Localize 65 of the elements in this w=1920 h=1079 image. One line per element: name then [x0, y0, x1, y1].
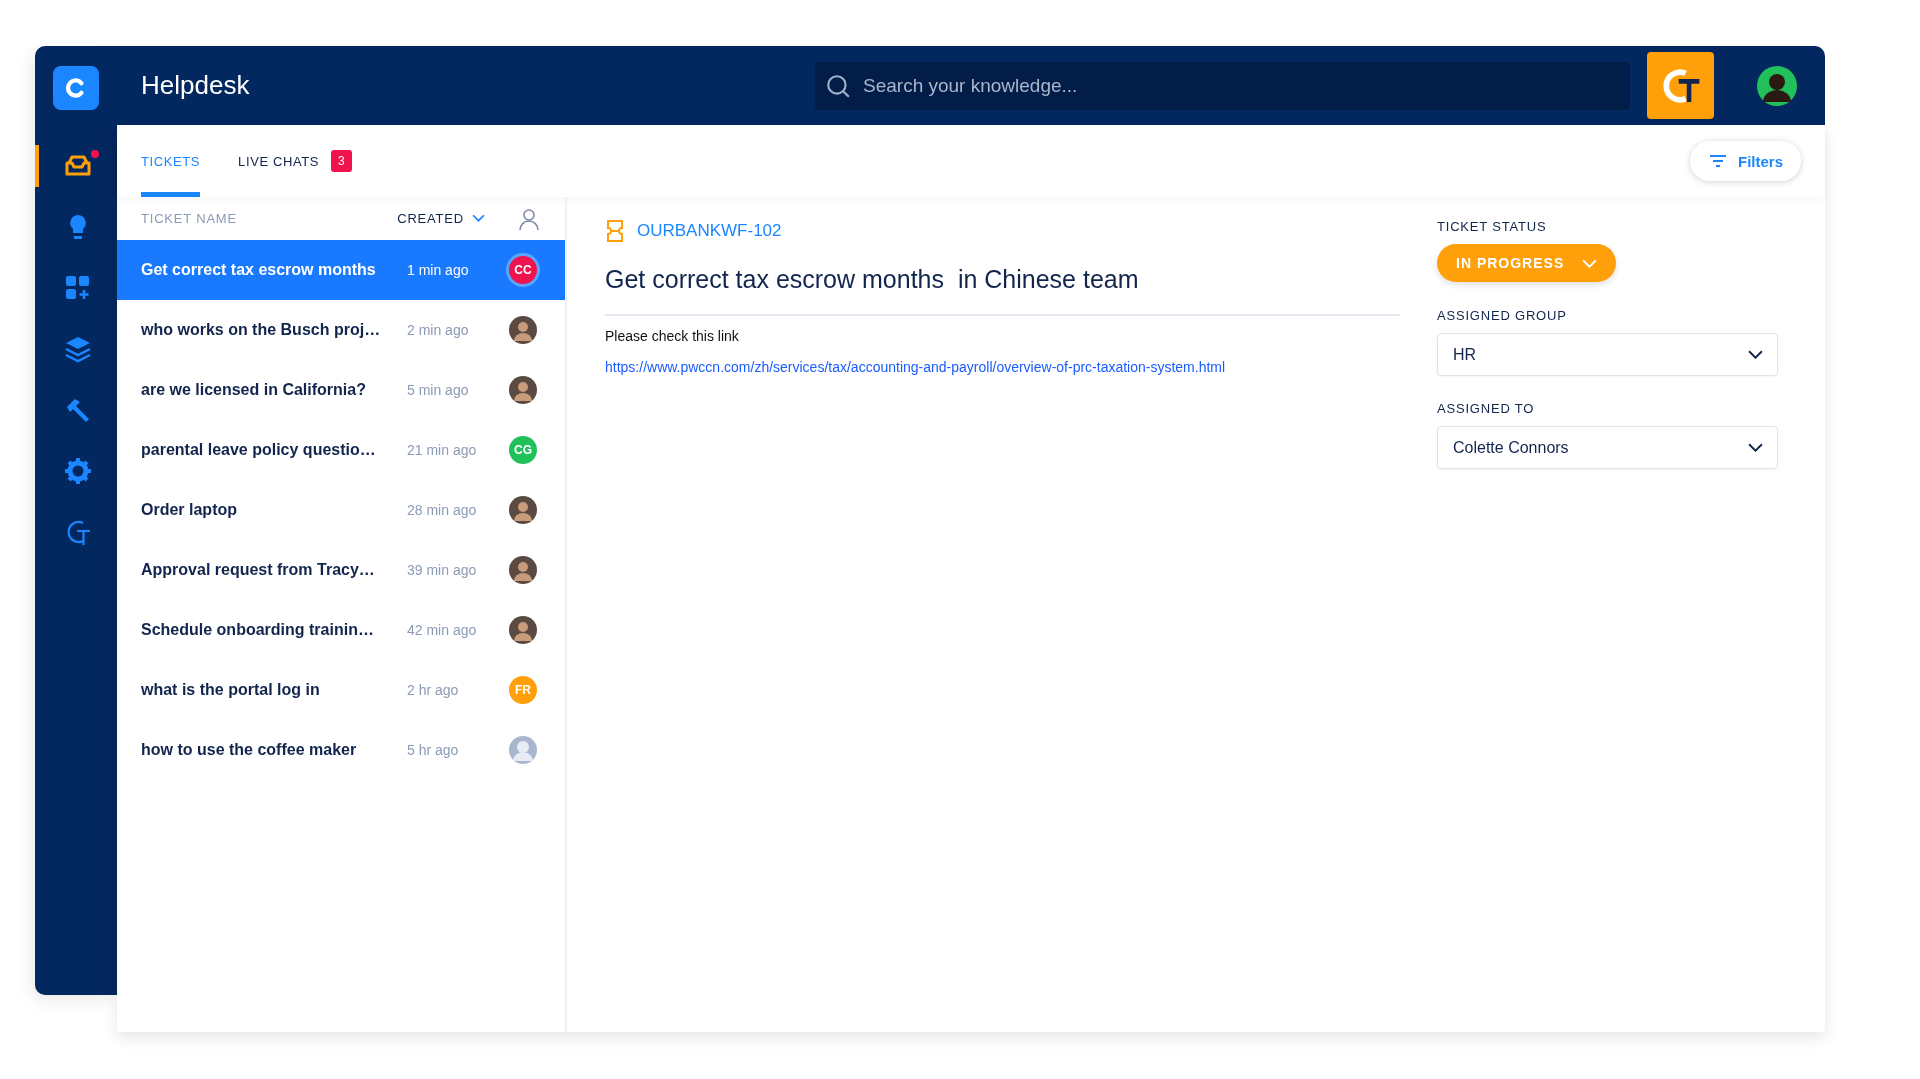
- ticket-row[interactable]: Schedule onboarding trainin… 42 min ago: [117, 600, 565, 660]
- field-label: ASSIGNED GROUP: [1437, 308, 1567, 323]
- initials-avatar: CC: [509, 256, 537, 284]
- settings-icon: [63, 456, 93, 486]
- ticket-time: 21 min ago: [407, 442, 478, 458]
- initials-avatar: FR: [509, 676, 537, 704]
- ticket-id: OURBANKWF-102: [637, 221, 782, 241]
- ticket-row[interactable]: Order laptop 28 min ago: [117, 480, 565, 540]
- ticket-title: who works on the Busch proj…: [141, 321, 382, 339]
- ticket-title: how to use the coffee maker: [141, 741, 358, 759]
- person-icon[interactable]: [517, 206, 541, 231]
- ticket-time: 5 hr ago: [407, 742, 460, 758]
- ticket-row[interactable]: Get correct tax escrow months 1 min ago CC: [117, 240, 565, 300]
- ticket-row[interactable]: who works on the Busch proj… 2 min ago: [117, 300, 565, 360]
- ticket-time: 28 min ago: [407, 502, 478, 518]
- ticket-title: what is the portal log in: [141, 681, 321, 699]
- app-title: Helpdesk: [141, 70, 251, 101]
- ticket-row[interactable]: parental leave policy questio… 21 min ago CG: [117, 420, 565, 480]
- chevron-down-icon: [1748, 350, 1763, 359]
- initials-avatar: CG: [509, 436, 537, 464]
- ticket-message: Please check this link: [605, 328, 740, 344]
- avatar-icon: [509, 496, 537, 524]
- search-field[interactable]: Search your knowledge...: [815, 61, 1630, 110]
- ticket-time: 1 min ago: [407, 262, 470, 278]
- ticket-row[interactable]: how to use the coffee maker 5 hr ago: [117, 720, 565, 780]
- ticket-time: 5 min ago: [407, 382, 470, 398]
- avatar-icon: [509, 736, 537, 764]
- ticket-title: Approval request from Tracy…: [141, 561, 376, 579]
- avatar-icon: [509, 316, 537, 344]
- chevron-down-icon: [1582, 258, 1598, 268]
- logo-icon: [53, 66, 99, 110]
- avatar-icon: [509, 556, 537, 584]
- chevron-down-icon: [1748, 443, 1763, 452]
- ticket-heading: Get correct tax escrow months in Chinese team: [605, 265, 1140, 294]
- field-label: TICKET STATUS: [1437, 219, 1547, 234]
- ticket-time: 42 min ago: [407, 622, 478, 638]
- ticket-title: Order laptop: [141, 501, 238, 519]
- ticket-row[interactable]: Approval request from Tracy… 39 min ago: [117, 540, 565, 600]
- avatar-icon: [509, 376, 537, 404]
- sort-dropdown[interactable]: CREATED: [397, 211, 485, 226]
- ticket-title: Get correct tax escrow months: [141, 261, 377, 279]
- select-field[interactable]: HR: [1437, 333, 1778, 376]
- search-icon: [825, 72, 851, 99]
- ticket-title: Schedule onboarding trainin…: [141, 621, 375, 639]
- tab[interactable]: TICKETS: [141, 125, 201, 197]
- ticket-icon: [605, 219, 625, 243]
- user-avatar[interactable]: [1757, 65, 1797, 106]
- layers-icon: [63, 334, 93, 364]
- ticket-time: 39 min ago: [407, 562, 478, 578]
- avatar-icon: [509, 616, 537, 644]
- ticket-row[interactable]: are we licensed in California? 5 min ago: [117, 360, 565, 420]
- filters-button[interactable]: Filters: [1690, 141, 1801, 181]
- ticket-title: parental leave policy questio…: [141, 441, 377, 459]
- ticket-time: 2 hr ago: [407, 682, 460, 698]
- column-header: TICKET NAME: [141, 211, 238, 226]
- ticket-title: are we licensed in California?: [141, 381, 367, 399]
- ticket-row[interactable]: what is the portal log in 2 hr ago FR: [117, 660, 565, 720]
- ct-logo-icon[interactable]: [1647, 52, 1714, 119]
- count-badge: 3: [331, 150, 353, 172]
- field-label: ASSIGNED TO: [1437, 401, 1535, 416]
- select-field[interactable]: Colette Connors: [1437, 426, 1778, 469]
- ticket-link[interactable]: https://www.pwccn.com/zh/services/tax/accounting-and-payroll/overview-of-prc-taxation-system.html: [605, 359, 1226, 375]
- ticket-time: 2 min ago: [407, 322, 470, 338]
- chevron-down-icon: [472, 214, 485, 223]
- tab[interactable]: LIVE CHATS 3: [238, 125, 353, 197]
